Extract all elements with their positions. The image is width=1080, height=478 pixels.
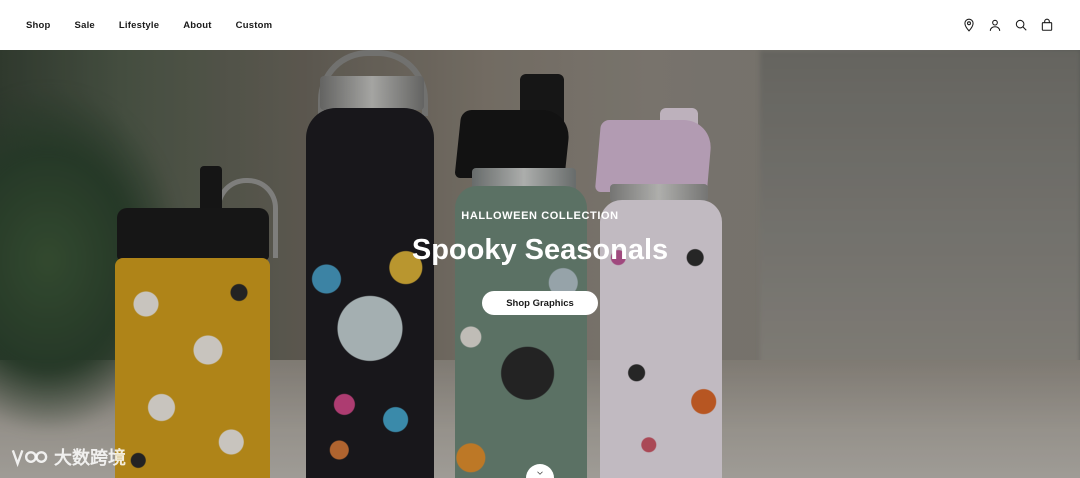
site-header: Shop Sale Lifestyle About Custom bbox=[0, 0, 1080, 50]
cart-bag-icon[interactable] bbox=[1040, 18, 1054, 32]
nav-custom[interactable]: Custom bbox=[236, 20, 273, 31]
nav-sale[interactable]: Sale bbox=[75, 20, 95, 31]
account-icon[interactable] bbox=[988, 18, 1002, 32]
chevron-down-icon bbox=[537, 471, 543, 475]
hero-title: Spooky Seasonals bbox=[411, 234, 669, 266]
header-icons bbox=[962, 18, 1054, 32]
search-icon[interactable] bbox=[1014, 18, 1028, 32]
main-nav: Shop Sale Lifestyle About Custom bbox=[26, 0, 296, 50]
location-pin-icon[interactable] bbox=[962, 18, 976, 32]
watermark: 大数跨境 bbox=[10, 444, 126, 470]
shop-graphics-button[interactable]: Shop Graphics bbox=[482, 291, 598, 315]
nav-shop[interactable]: Shop bbox=[26, 20, 51, 31]
watermark-logo-icon bbox=[11, 449, 48, 468]
hero-banner: HALLOWEEN COLLECTION Spooky Seasonals Sh… bbox=[0, 50, 1080, 478]
nav-about[interactable]: About bbox=[183, 20, 211, 31]
nav-lifestyle[interactable]: Lifestyle bbox=[119, 20, 159, 31]
hero-eyebrow: HALLOWEEN COLLECTION bbox=[461, 210, 619, 222]
watermark-text: 大数跨境 bbox=[54, 448, 126, 468]
